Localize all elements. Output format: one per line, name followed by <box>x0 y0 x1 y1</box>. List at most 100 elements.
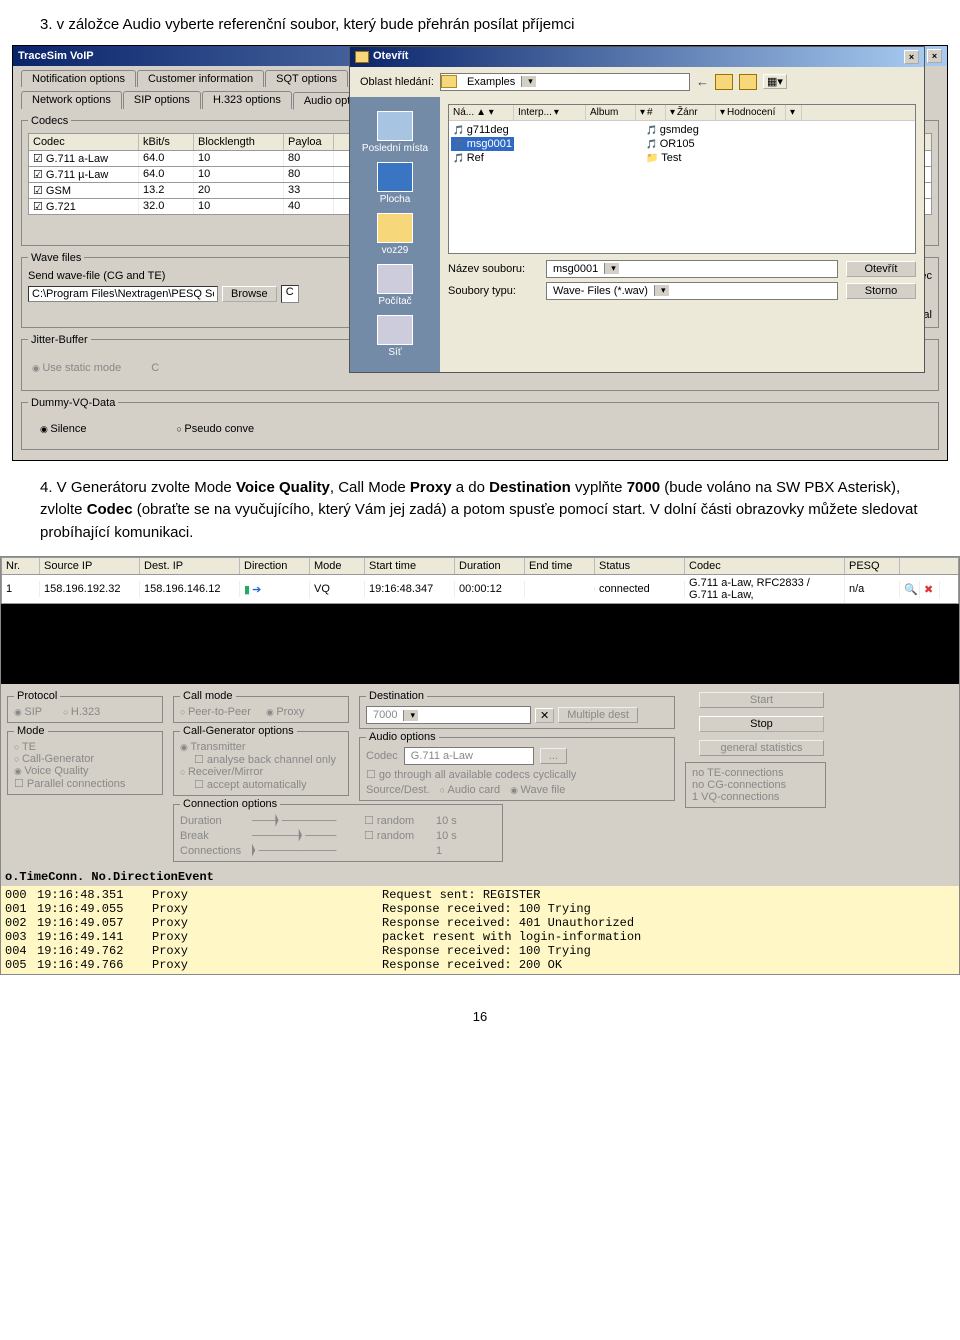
tab-sqt[interactable]: SQT options <box>265 70 348 87</box>
file-item[interactable]: Ref <box>451 151 514 165</box>
file-item[interactable]: Test <box>644 151 701 165</box>
tab-notification[interactable]: Notification options <box>21 70 136 87</box>
vq-radio[interactable]: Voice Quality <box>14 765 156 777</box>
new-folder-icon[interactable] <box>739 74 757 90</box>
gothrough-check[interactable]: ☐ go through all available codecs cyclic… <box>366 765 668 784</box>
p2p-radio[interactable]: Peer-to-Peer <box>180 706 251 718</box>
cg-radio[interactable]: Call-Generator <box>14 753 156 765</box>
col-dir[interactable]: Direction <box>240 558 310 574</box>
no-cg-label: no CG-connections <box>692 779 819 791</box>
analyse-check[interactable]: ☐ analyse back channel only <box>180 753 342 766</box>
place-network[interactable]: Síť <box>356 315 434 358</box>
open-button[interactable]: Otevřít <box>846 261 916 277</box>
col-payload[interactable]: Payloa <box>284 134 334 150</box>
chevron-down-icon[interactable]: ▾ <box>654 285 669 296</box>
connections-slider[interactable]: 🭬────────── <box>252 844 362 857</box>
accept-check[interactable]: ☐ accept automatically <box>180 778 342 791</box>
pseudo-radio[interactable]: Pseudo conve <box>176 423 254 435</box>
col-album[interactable]: Album <box>586 105 636 120</box>
codec-more-button[interactable]: ... <box>540 748 567 764</box>
codec-combo[interactable]: G.711 a-Law <box>404 747 534 765</box>
tab-sip[interactable]: SIP options <box>123 91 201 109</box>
col-name[interactable]: Ná... ▲ ▾ <box>449 105 514 120</box>
place-user[interactable]: voz29 <box>356 213 434 256</box>
col-mode[interactable]: Mode <box>310 558 365 574</box>
up-folder-icon[interactable] <box>715 74 733 90</box>
folder-combo[interactable]: Examples ▾ <box>440 73 690 91</box>
chevron-down-icon[interactable]: ▾ <box>521 76 536 87</box>
delete-icon[interactable]: ✖ <box>920 581 940 598</box>
codec-name[interactable]: G.721 <box>29 199 139 214</box>
codec-name[interactable]: G.711 µ-Law <box>29 167 139 182</box>
col-status[interactable]: Status <box>595 558 685 574</box>
col-block[interactable]: Blocklength <box>194 134 284 150</box>
wavefile-radio[interactable]: Wave file <box>510 784 565 796</box>
file-list[interactable]: Ná... ▲ ▾ Interp... ▾ Album ▾ # ▾ Žánr ▾… <box>448 104 916 254</box>
filename-combo[interactable]: msg0001▾ <box>546 260 838 278</box>
col-rating[interactable]: ▾ Hodnocení <box>716 105 786 120</box>
col-srcip[interactable]: Source IP <box>40 558 140 574</box>
file-item[interactable]: g711deg <box>451 123 514 137</box>
place-recent[interactable]: Poslední místa <box>356 111 434 154</box>
file-item[interactable]: gsmdeg <box>644 123 701 137</box>
tab-h323[interactable]: H.323 options <box>202 91 292 109</box>
place-computer[interactable]: Počítač <box>356 264 434 307</box>
jitter-static-radio[interactable]: Use static mode <box>32 362 121 374</box>
col-start[interactable]: Start time <box>365 558 455 574</box>
col-dstip[interactable]: Dest. IP <box>140 558 240 574</box>
parallel-check[interactable]: ☐ Parallel connections <box>14 777 156 790</box>
view-menu-icon[interactable]: ▦▾ <box>763 74 787 89</box>
file-item-selected[interactable]: msg0001 <box>451 137 514 151</box>
browse-button[interactable]: Browse <box>222 286 277 302</box>
place-desktop[interactable]: Plocha <box>356 162 434 205</box>
codec-name[interactable]: GSM <box>29 183 139 198</box>
codec-pay: 33 <box>284 183 334 198</box>
general-stats-button[interactable]: general statistics <box>699 740 824 756</box>
nav-back-icon[interactable]: ← <box>696 74 709 89</box>
transmitter-radio[interactable]: Transmitter <box>180 741 342 753</box>
tab-customer[interactable]: Customer information <box>137 70 264 87</box>
clear-dest-icon[interactable]: ✕ <box>535 708 554 723</box>
open-close-icon[interactable]: × <box>904 50 919 64</box>
col-nr[interactable]: Nr. <box>2 558 40 574</box>
cell-codec: G.711 a-Law, RFC2833 / G.711 a-Law, <box>685 575 845 603</box>
receiver-radio[interactable]: Receiver/Mirror <box>180 766 342 778</box>
col-more[interactable]: ▾ <box>786 105 802 120</box>
filetype-combo[interactable]: Wave- Files (*.wav)▾ <box>546 282 838 300</box>
chevron-down-icon[interactable]: ▾ <box>604 263 619 274</box>
codec-pay: 80 <box>284 167 334 182</box>
break-slider[interactable]: ──────🭬──── <box>252 829 362 842</box>
col-codec[interactable]: Codec <box>29 134 139 150</box>
col-num[interactable]: ▾ # <box>636 105 666 120</box>
file-item[interactable]: OR105 <box>644 137 701 151</box>
col-dur[interactable]: Duration <box>455 558 525 574</box>
codec-name[interactable]: G.711 a-Law <box>29 151 139 166</box>
wave-path-input[interactable] <box>28 286 218 302</box>
col-pesq[interactable]: PESQ <box>845 558 900 574</box>
conn-row[interactable]: 1 158.196.192.32 158.196.146.12 ▮➔ VQ 19… <box>1 575 959 604</box>
start-button[interactable]: Start <box>699 692 824 708</box>
col-genre[interactable]: ▾ Žánr <box>666 105 716 120</box>
col-kbits[interactable]: kBit/s <box>139 134 194 150</box>
close-icon[interactable]: × <box>927 49 942 63</box>
duration-slider[interactable]: ───🭬─────── <box>252 814 362 827</box>
chevron-down-icon[interactable]: ▾ <box>403 710 418 721</box>
col-interp[interactable]: Interp... ▾ <box>514 105 586 120</box>
destination-combo[interactable]: 7000▾ <box>366 706 531 724</box>
stop-button[interactable]: Stop <box>699 716 824 732</box>
proxy-radio[interactable]: Proxy <box>266 706 304 718</box>
te-radio[interactable]: TE <box>14 741 156 753</box>
log-row: 00019:16:48.351ProxyRequest sent: REGIST… <box>5 888 955 902</box>
silence-radio[interactable]: Silence <box>40 423 86 435</box>
sip-radio[interactable]: SIP <box>14 706 42 718</box>
log-area[interactable]: 00019:16:48.351ProxyRequest sent: REGIST… <box>1 886 959 974</box>
no-te-label: no TE-connections <box>692 767 819 779</box>
tab-network[interactable]: Network options <box>21 91 122 109</box>
cancel-button[interactable]: Storno <box>846 283 916 299</box>
zoom-icon[interactable]: 🔍 <box>900 581 920 598</box>
col-end[interactable]: End time <box>525 558 595 574</box>
multiple-dest-button[interactable]: Multiple dest <box>558 707 638 723</box>
h323-radio[interactable]: H.323 <box>63 706 100 718</box>
col-codec[interactable]: Codec <box>685 558 845 574</box>
audiocard-radio[interactable]: Audio card <box>440 784 501 796</box>
